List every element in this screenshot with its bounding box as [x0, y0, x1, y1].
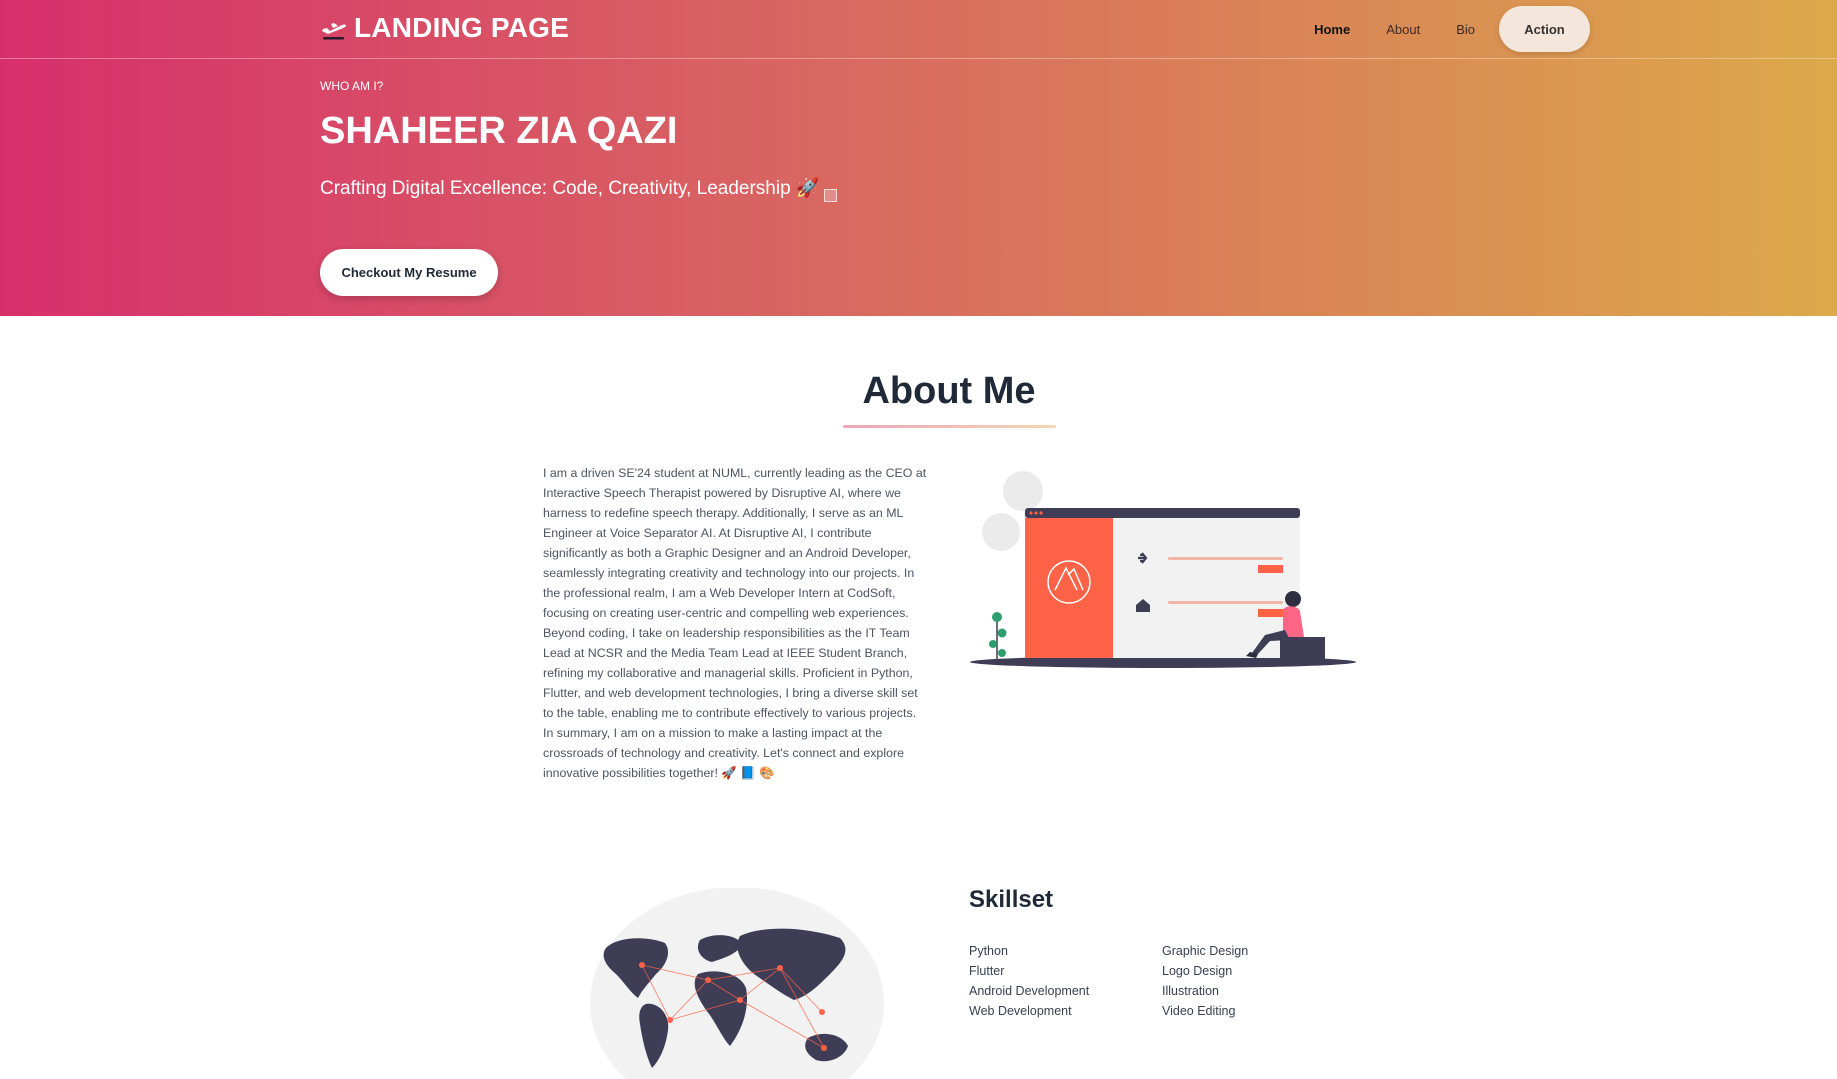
about-paragraph: I am a driven SE'24 student at NUML, cur… — [543, 466, 927, 780]
broken-image-icon — [824, 189, 837, 202]
brand-title: LANDING PAGE — [354, 12, 569, 43]
about-title-underline — [843, 425, 1056, 428]
skill-item: Logo Design — [1162, 964, 1233, 978]
nav-link-home[interactable]: Home — [1314, 22, 1350, 37]
nav-link-bio[interactable]: Bio — [1456, 22, 1475, 37]
skill-item: Android Development — [969, 984, 1090, 998]
skill-item: Graphic Design — [1162, 944, 1249, 958]
nav-link-about[interactable]: About — [1386, 22, 1420, 37]
seat-icon — [1280, 637, 1325, 659]
resume-button[interactable]: Checkout My Resume — [320, 249, 498, 296]
hero-eyebrow: WHO AM I? — [320, 79, 384, 93]
hero-section: LANDING PAGE Home About Bio Action WHO A… — [0, 0, 1837, 316]
person-icon — [1285, 591, 1301, 607]
nav-links: Home About Bio Action — [1278, 6, 1590, 52]
world-map-illustration — [590, 888, 884, 1079]
browser-illustration — [970, 471, 1356, 668]
hero-tagline: Crafting Digital Excellence: Code, Creat… — [320, 178, 820, 199]
skill-item: Web Development — [969, 1004, 1072, 1018]
skill-item: Illustration — [1162, 984, 1219, 998]
brand-logo[interactable]: LANDING PAGE — [320, 12, 569, 44]
decor-circle-icon — [1003, 471, 1043, 511]
skill-item: Python — [969, 944, 1008, 958]
skills-title: Skillset — [969, 886, 1054, 913]
skills-column-1: Python Flutter Android Development Web D… — [969, 941, 1089, 1021]
skill-item: Flutter — [969, 964, 1005, 978]
action-button[interactable]: Action — [1499, 6, 1590, 52]
hero-name: SHAHEER ZIA QAZI — [320, 110, 678, 152]
skill-item: Video Editing — [1162, 1004, 1236, 1018]
plant-icon — [992, 612, 1002, 622]
skills-column-2: Graphic Design Logo Design Illustration … — [1162, 941, 1248, 1021]
about-title: About Me — [862, 370, 1036, 412]
airplane-takeoff-icon — [322, 23, 346, 40]
top-navbar: LANDING PAGE Home About Bio Action — [0, 0, 1837, 59]
decor-circle-icon — [982, 513, 1020, 551]
